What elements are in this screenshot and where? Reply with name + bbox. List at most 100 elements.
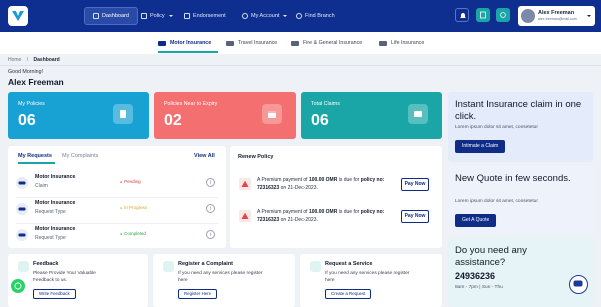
status-badge: In Progress <box>120 205 147 210</box>
nav-my-account[interactable]: My Account <box>242 9 288 23</box>
support-hours: 8am - 7pm | Sun - Thu <box>455 285 503 290</box>
nav-dashboard-label: Dashboard <box>102 13 129 19</box>
pay-now-button[interactable]: Pay Now <box>401 178 429 191</box>
stat-card-total-claims[interactable]: Total Claims 06 <box>301 92 442 139</box>
car-icon <box>16 229 28 241</box>
nav-endorsement[interactable]: Endorsement <box>184 9 226 23</box>
user-icon <box>242 13 248 19</box>
renewal-amount: 100.00 OMR <box>308 209 338 215</box>
warning-icon <box>239 178 251 190</box>
document-icon <box>184 13 190 19</box>
info-icon[interactable]: i <box>206 204 215 213</box>
wallet-icon <box>408 104 428 124</box>
promo-subtitle: Lorem ipsum dolor sit amet, consetetur <box>455 125 538 130</box>
stat-label: Total Claims <box>311 101 340 107</box>
renewal-text: is due for <box>337 209 361 215</box>
car-icon <box>16 203 28 215</box>
promo-assistance-card: Do you need any assistance? 24936236 8am… <box>448 238 593 307</box>
tab-fire-general-insurance[interactable]: Fire & General Insurance <box>291 37 362 49</box>
renewal-amount: 100.00 OMR <box>308 177 338 183</box>
edit-icon <box>480 11 486 19</box>
promo-title: New Quote in few seconds. <box>455 173 571 184</box>
settings-button[interactable] <box>496 8 510 22</box>
info-icon[interactable]: i <box>206 178 215 187</box>
card-description: Please Provide Your Valuable Feedback to… <box>33 271 96 283</box>
edit-button[interactable] <box>476 8 490 22</box>
insurance-tabs: Motor Insurance Travel Insurance Fire & … <box>0 32 601 54</box>
user-menu[interactable]: Alex Freeman alex.freeman@mail.com <box>518 6 595 26</box>
intimate-claim-button[interactable]: Intimate a Claim <box>455 140 506 153</box>
plus-icon <box>310 261 321 272</box>
promo-quote-card: New Quote in few seconds. Lorem ipsum do… <box>448 166 593 234</box>
nav-dashboard[interactable]: Dashboard <box>84 7 138 25</box>
request-subtitle: Request Type <box>35 209 66 215</box>
nav-find-branch-label: Find Branch <box>305 13 335 19</box>
request-title: Motor Insurance <box>35 226 76 232</box>
request-title: Motor Insurance <box>35 200 76 206</box>
card-description: If you need any services please register… <box>325 271 410 283</box>
info-icon[interactable]: i <box>206 230 215 239</box>
chevron-down-icon <box>283 15 288 17</box>
write-feedback-button[interactable]: Write Feedback <box>33 289 76 299</box>
gear-icon <box>500 12 506 18</box>
stat-label: Policies Near to Expiry <box>164 101 218 107</box>
location-icon <box>296 13 302 19</box>
card-title: Register a Complaint <box>178 261 234 267</box>
dashboard-icon <box>93 13 99 19</box>
top-navbar: Dashboard Policy Endorsement My Account … <box>0 0 601 32</box>
request-subtitle: Claim <box>35 183 48 189</box>
list-item[interactable]: Motor Insurance Request Type Completed i <box>8 222 226 248</box>
support-phone[interactable]: 24936236 <box>455 271 495 281</box>
policy-document-icon <box>113 104 133 124</box>
heart-icon <box>379 40 387 46</box>
list-item[interactable]: Motor Insurance Request Type In Progress… <box>8 196 226 222</box>
car-icon <box>158 40 166 46</box>
nav-find-branch[interactable]: Find Branch <box>296 9 335 23</box>
tab-motor-insurance[interactable]: Motor Insurance <box>158 37 211 49</box>
renewal-text: on 21-Dec-2023. <box>279 217 318 223</box>
renewal-text: on 21-Dec-2023. <box>279 185 318 191</box>
tab-label: Fire & General Insurance <box>303 40 363 46</box>
requests-panel: My Requests My Complaints View All Motor… <box>8 146 226 248</box>
stat-value: 02 <box>164 112 182 129</box>
tab-my-complaints[interactable]: My Complaints <box>62 153 98 159</box>
feedback-card: Feedback Please Provide Your Valuable Fe… <box>8 254 148 307</box>
home-icon <box>291 40 299 46</box>
tab-life-insurance[interactable]: Life Insurance <box>379 37 424 49</box>
create-request-button[interactable]: Create a Request <box>325 289 372 299</box>
status-badge: Completed <box>120 231 146 236</box>
feedback-icon <box>18 261 29 272</box>
renewal-message: A Premium payment of 100.00 OMR is due f… <box>257 208 392 224</box>
breadcrumb-separator: / <box>26 57 29 63</box>
renew-policy-panel: Renew Policy A Premium payment of 100.00… <box>230 146 442 248</box>
register-here-button[interactable]: Register Here <box>178 289 218 299</box>
nav-my-account-label: My Account <box>251 13 280 19</box>
stat-label: My Policies <box>18 101 45 107</box>
pay-now-button[interactable]: Pay Now <box>401 210 429 223</box>
stat-card-policies-near-expiry[interactable]: Policies Near to Expiry 02 <box>154 92 296 139</box>
shield-icon <box>141 13 147 19</box>
stat-card-my-policies[interactable]: My Policies 06 <box>8 92 149 139</box>
avatar <box>521 9 535 23</box>
chevron-down-icon <box>587 15 591 17</box>
tab-my-requests[interactable]: My Requests <box>18 153 52 159</box>
status-badge: Pending <box>120 179 141 184</box>
active-tab-indicator <box>158 51 218 53</box>
panel-title: Renew Policy <box>238 154 274 160</box>
chat-support-button[interactable] <box>569 275 588 294</box>
card-description: If you need any services please register… <box>178 271 263 283</box>
breadcrumb-home[interactable]: Home <box>8 57 21 63</box>
tab-travel-insurance[interactable]: Travel Insurance <box>226 37 277 49</box>
notifications-button[interactable] <box>455 8 469 22</box>
greeting: Good Morning! <box>8 69 44 75</box>
breadcrumb: Home / Dashboard <box>8 57 60 63</box>
view-all-link[interactable]: View All <box>194 153 215 159</box>
whatsapp-button[interactable] <box>11 279 25 293</box>
greeting-name: Alex Freeman <box>8 77 64 87</box>
nav-policy[interactable]: Policy <box>141 9 173 23</box>
get-quote-button[interactable]: Get A Quote <box>455 214 497 227</box>
renewal-item: A Premium payment of 100.00 OMR is due f… <box>230 202 442 234</box>
plane-icon <box>226 40 234 46</box>
company-logo[interactable] <box>8 6 28 26</box>
list-item[interactable]: Motor Insurance Claim Pending i <box>8 170 226 196</box>
